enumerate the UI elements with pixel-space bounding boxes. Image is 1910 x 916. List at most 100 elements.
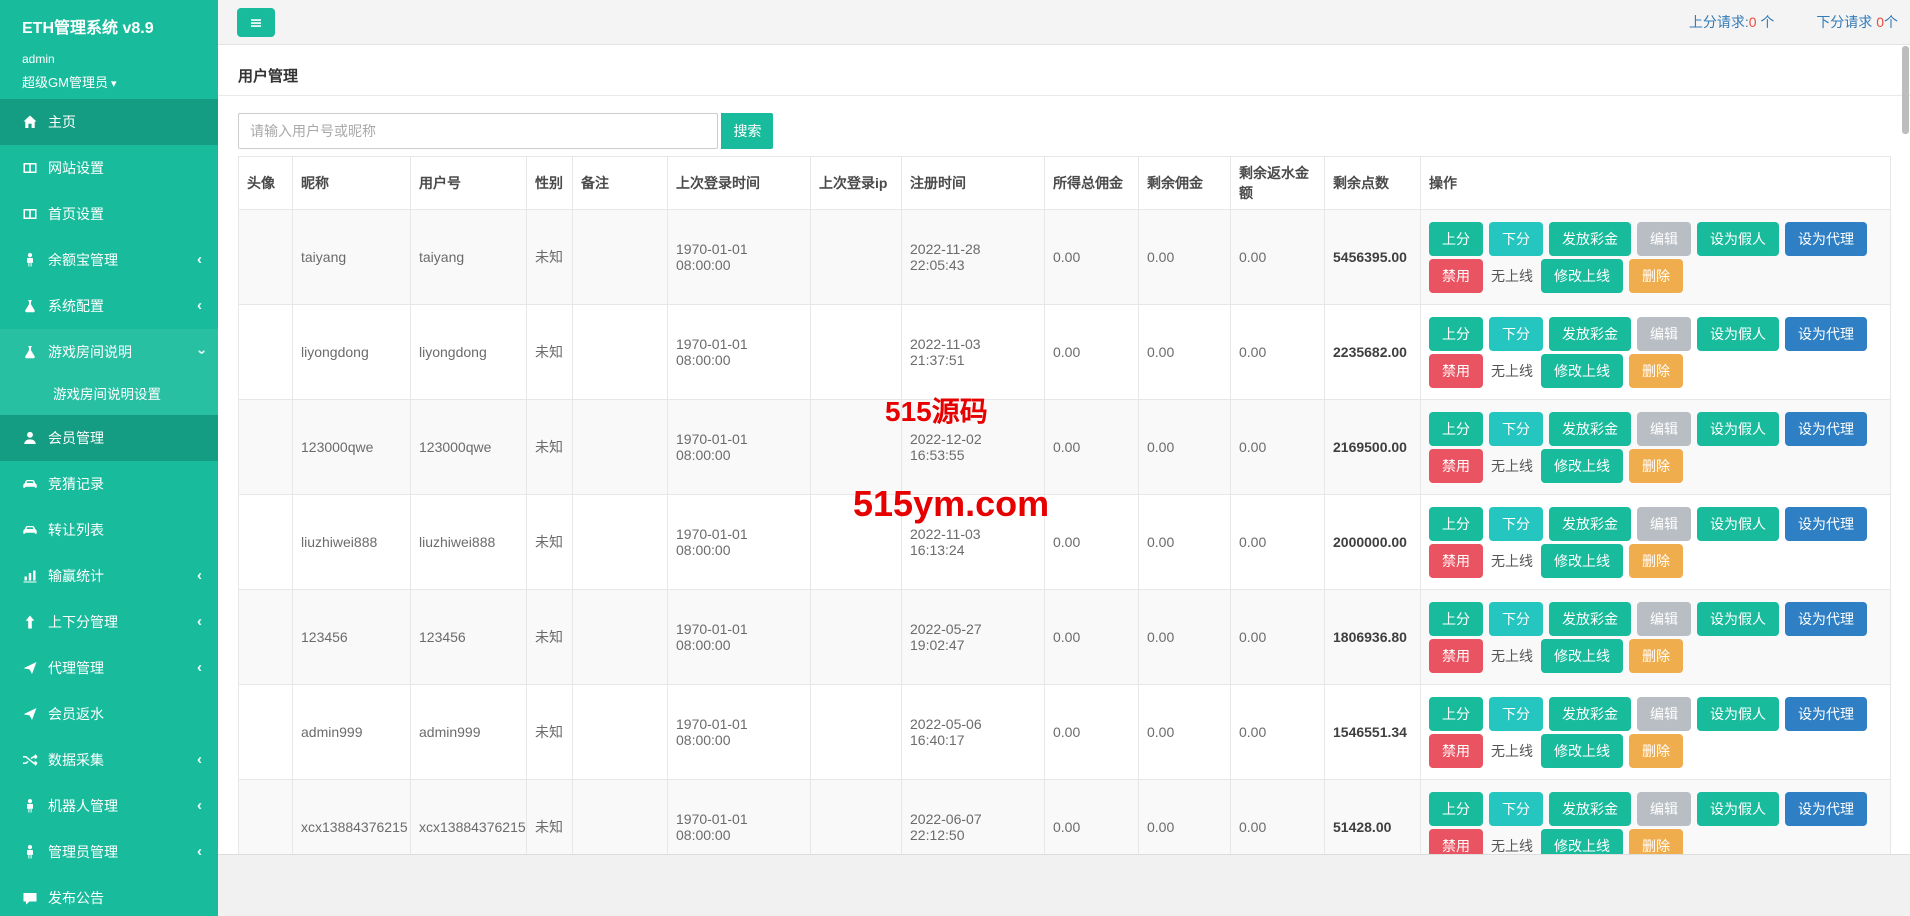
deduct-points-button[interactable]: 下分 bbox=[1489, 316, 1543, 351]
add-points-button[interactable]: 上分 bbox=[1429, 696, 1483, 731]
cell-remaining_rebate: 0.00 bbox=[1230, 589, 1325, 685]
cell-remaining_rebate: 0.00 bbox=[1230, 304, 1325, 400]
cell-register_time: 2022-12-02 16:53:55 bbox=[901, 399, 1045, 495]
sidebar-item-首页设置[interactable]: 首页设置 bbox=[0, 191, 218, 237]
delete-button[interactable]: 删除 bbox=[1629, 258, 1683, 293]
grant-bonus-button[interactable]: 发放彩金 bbox=[1549, 791, 1631, 826]
grant-bonus-button[interactable]: 发放彩金 bbox=[1549, 316, 1631, 351]
search-button[interactable]: 搜索 bbox=[721, 113, 774, 149]
grant-bonus-button[interactable]: 发放彩金 bbox=[1549, 601, 1631, 636]
role-dropdown[interactable]: 超级GM管理员 ▾ bbox=[22, 72, 218, 91]
cell-last_login_ip bbox=[810, 399, 902, 495]
scrollbar-thumb[interactable] bbox=[1902, 46, 1909, 134]
cell-avatar bbox=[238, 399, 293, 495]
set-agent-button[interactable]: 设为代理 bbox=[1785, 696, 1867, 731]
grant-bonus-button[interactable]: 发放彩金 bbox=[1549, 506, 1631, 541]
sidebar-item-网站设置[interactable]: 网站设置 bbox=[0, 145, 218, 191]
sidebar-subitem-游戏房间说明设置[interactable]: 游戏房间说明设置 bbox=[0, 375, 218, 415]
sidebar-item-数据采集[interactable]: 数据采集 ‹ bbox=[0, 737, 218, 783]
delete-button[interactable]: 删除 bbox=[1629, 733, 1683, 768]
modify-upline-button[interactable]: 修改上线 bbox=[1541, 353, 1623, 388]
set-fake-user-button[interactable]: 设为假人 bbox=[1697, 221, 1779, 256]
sidebar-item-系统配置[interactable]: 系统配置 ‹ bbox=[0, 283, 218, 329]
sidebar-item-游戏房间说明[interactable]: 游戏房间说明 ‹ bbox=[0, 329, 218, 375]
deduct-points-button[interactable]: 下分 bbox=[1489, 791, 1543, 826]
add-points-button[interactable]: 上分 bbox=[1429, 411, 1483, 446]
sidebar-item-发布公告[interactable]: 发布公告 bbox=[0, 875, 218, 916]
set-agent-button[interactable]: 设为代理 bbox=[1785, 316, 1867, 351]
sidebar-item-转让列表[interactable]: 转让列表 bbox=[0, 507, 218, 553]
sidebar-item-会员返水[interactable]: 会员返水 bbox=[0, 691, 218, 737]
set-fake-user-button[interactable]: 设为假人 bbox=[1697, 601, 1779, 636]
set-agent-button[interactable]: 设为代理 bbox=[1785, 791, 1867, 826]
add-points-button[interactable]: 上分 bbox=[1429, 506, 1483, 541]
cell-remark bbox=[572, 209, 668, 305]
sidebar-item-会员管理[interactable]: 会员管理 bbox=[0, 415, 218, 461]
grant-bonus-button[interactable]: 发放彩金 bbox=[1549, 221, 1631, 256]
cell-actions: 上分 下分 发放彩金 编辑 设为假人 设为代理 禁用 无上线 修改上线 删除 bbox=[1420, 684, 1891, 780]
disable-button[interactable]: 禁用 bbox=[1429, 448, 1483, 483]
edit-button[interactable]: 编辑 bbox=[1637, 411, 1691, 446]
sidebar-item-管理员管理[interactable]: 管理员管理 ‹ bbox=[0, 829, 218, 875]
username: admin bbox=[22, 52, 55, 66]
modify-upline-button[interactable]: 修改上线 bbox=[1541, 448, 1623, 483]
edit-button[interactable]: 编辑 bbox=[1637, 696, 1691, 731]
edit-button[interactable]: 编辑 bbox=[1637, 221, 1691, 256]
search-input[interactable] bbox=[238, 113, 718, 149]
column-header: 头像 bbox=[238, 156, 293, 210]
add-points-button[interactable]: 上分 bbox=[1429, 791, 1483, 826]
set-fake-user-button[interactable]: 设为假人 bbox=[1697, 411, 1779, 446]
set-agent-button[interactable]: 设为代理 bbox=[1785, 601, 1867, 636]
modify-upline-button[interactable]: 修改上线 bbox=[1541, 733, 1623, 768]
column-header: 上次登录ip bbox=[810, 156, 902, 210]
delete-button[interactable]: 删除 bbox=[1629, 638, 1683, 673]
disable-button[interactable]: 禁用 bbox=[1429, 733, 1483, 768]
cell-remark bbox=[572, 684, 668, 780]
set-agent-button[interactable]: 设为代理 bbox=[1785, 411, 1867, 446]
down-request-link[interactable]: 下分请求 0个 bbox=[1816, 14, 1898, 30]
disable-button[interactable]: 禁用 bbox=[1429, 258, 1483, 293]
add-points-button[interactable]: 上分 bbox=[1429, 601, 1483, 636]
sidebar-item-代理管理[interactable]: 代理管理 ‹ bbox=[0, 645, 218, 691]
set-fake-user-button[interactable]: 设为假人 bbox=[1697, 791, 1779, 826]
modify-upline-button[interactable]: 修改上线 bbox=[1541, 258, 1623, 293]
deduct-points-button[interactable]: 下分 bbox=[1489, 411, 1543, 446]
set-agent-button[interactable]: 设为代理 bbox=[1785, 506, 1867, 541]
grant-bonus-button[interactable]: 发放彩金 bbox=[1549, 696, 1631, 731]
send-icon bbox=[22, 660, 38, 676]
set-agent-button[interactable]: 设为代理 bbox=[1785, 221, 1867, 256]
delete-button[interactable]: 删除 bbox=[1629, 543, 1683, 578]
sidebar-item-竞猜记录[interactable]: 竞猜记录 bbox=[0, 461, 218, 507]
disable-button[interactable]: 禁用 bbox=[1429, 353, 1483, 388]
sidebar-item-主页[interactable]: 主页 bbox=[0, 99, 218, 145]
sidebar-item-label: 转让列表 bbox=[48, 522, 104, 538]
delete-button[interactable]: 删除 bbox=[1629, 448, 1683, 483]
sidebar-item-余额宝管理[interactable]: 余额宝管理 ‹ bbox=[0, 237, 218, 283]
deduct-points-button[interactable]: 下分 bbox=[1489, 601, 1543, 636]
deduct-points-button[interactable]: 下分 bbox=[1489, 221, 1543, 256]
sidebar-item-输赢统计[interactable]: 输赢统计 ‹ bbox=[0, 553, 218, 599]
modify-upline-button[interactable]: 修改上线 bbox=[1541, 543, 1623, 578]
add-points-button[interactable]: 上分 bbox=[1429, 316, 1483, 351]
sidebar-item-上下分管理[interactable]: 上下分管理 ‹ bbox=[0, 599, 218, 645]
edit-button[interactable]: 编辑 bbox=[1637, 506, 1691, 541]
set-fake-user-button[interactable]: 设为假人 bbox=[1697, 506, 1779, 541]
edit-button[interactable]: 编辑 bbox=[1637, 601, 1691, 636]
set-fake-user-button[interactable]: 设为假人 bbox=[1697, 316, 1779, 351]
no-upline-label: 无上线 bbox=[1491, 267, 1533, 284]
deduct-points-button[interactable]: 下分 bbox=[1489, 696, 1543, 731]
edit-button[interactable]: 编辑 bbox=[1637, 316, 1691, 351]
down-request-count: 0 bbox=[1876, 14, 1884, 30]
grant-bonus-button[interactable]: 发放彩金 bbox=[1549, 411, 1631, 446]
sidebar-item-机器人管理[interactable]: 机器人管理 ‹ bbox=[0, 783, 218, 829]
add-points-button[interactable]: 上分 bbox=[1429, 221, 1483, 256]
disable-button[interactable]: 禁用 bbox=[1429, 543, 1483, 578]
sidebar-toggle-button[interactable] bbox=[237, 8, 275, 37]
delete-button[interactable]: 删除 bbox=[1629, 353, 1683, 388]
set-fake-user-button[interactable]: 设为假人 bbox=[1697, 696, 1779, 731]
deduct-points-button[interactable]: 下分 bbox=[1489, 506, 1543, 541]
modify-upline-button[interactable]: 修改上线 bbox=[1541, 638, 1623, 673]
edit-button[interactable]: 编辑 bbox=[1637, 791, 1691, 826]
disable-button[interactable]: 禁用 bbox=[1429, 638, 1483, 673]
up-request-link[interactable]: 上分请求:0 个 bbox=[1689, 14, 1775, 30]
